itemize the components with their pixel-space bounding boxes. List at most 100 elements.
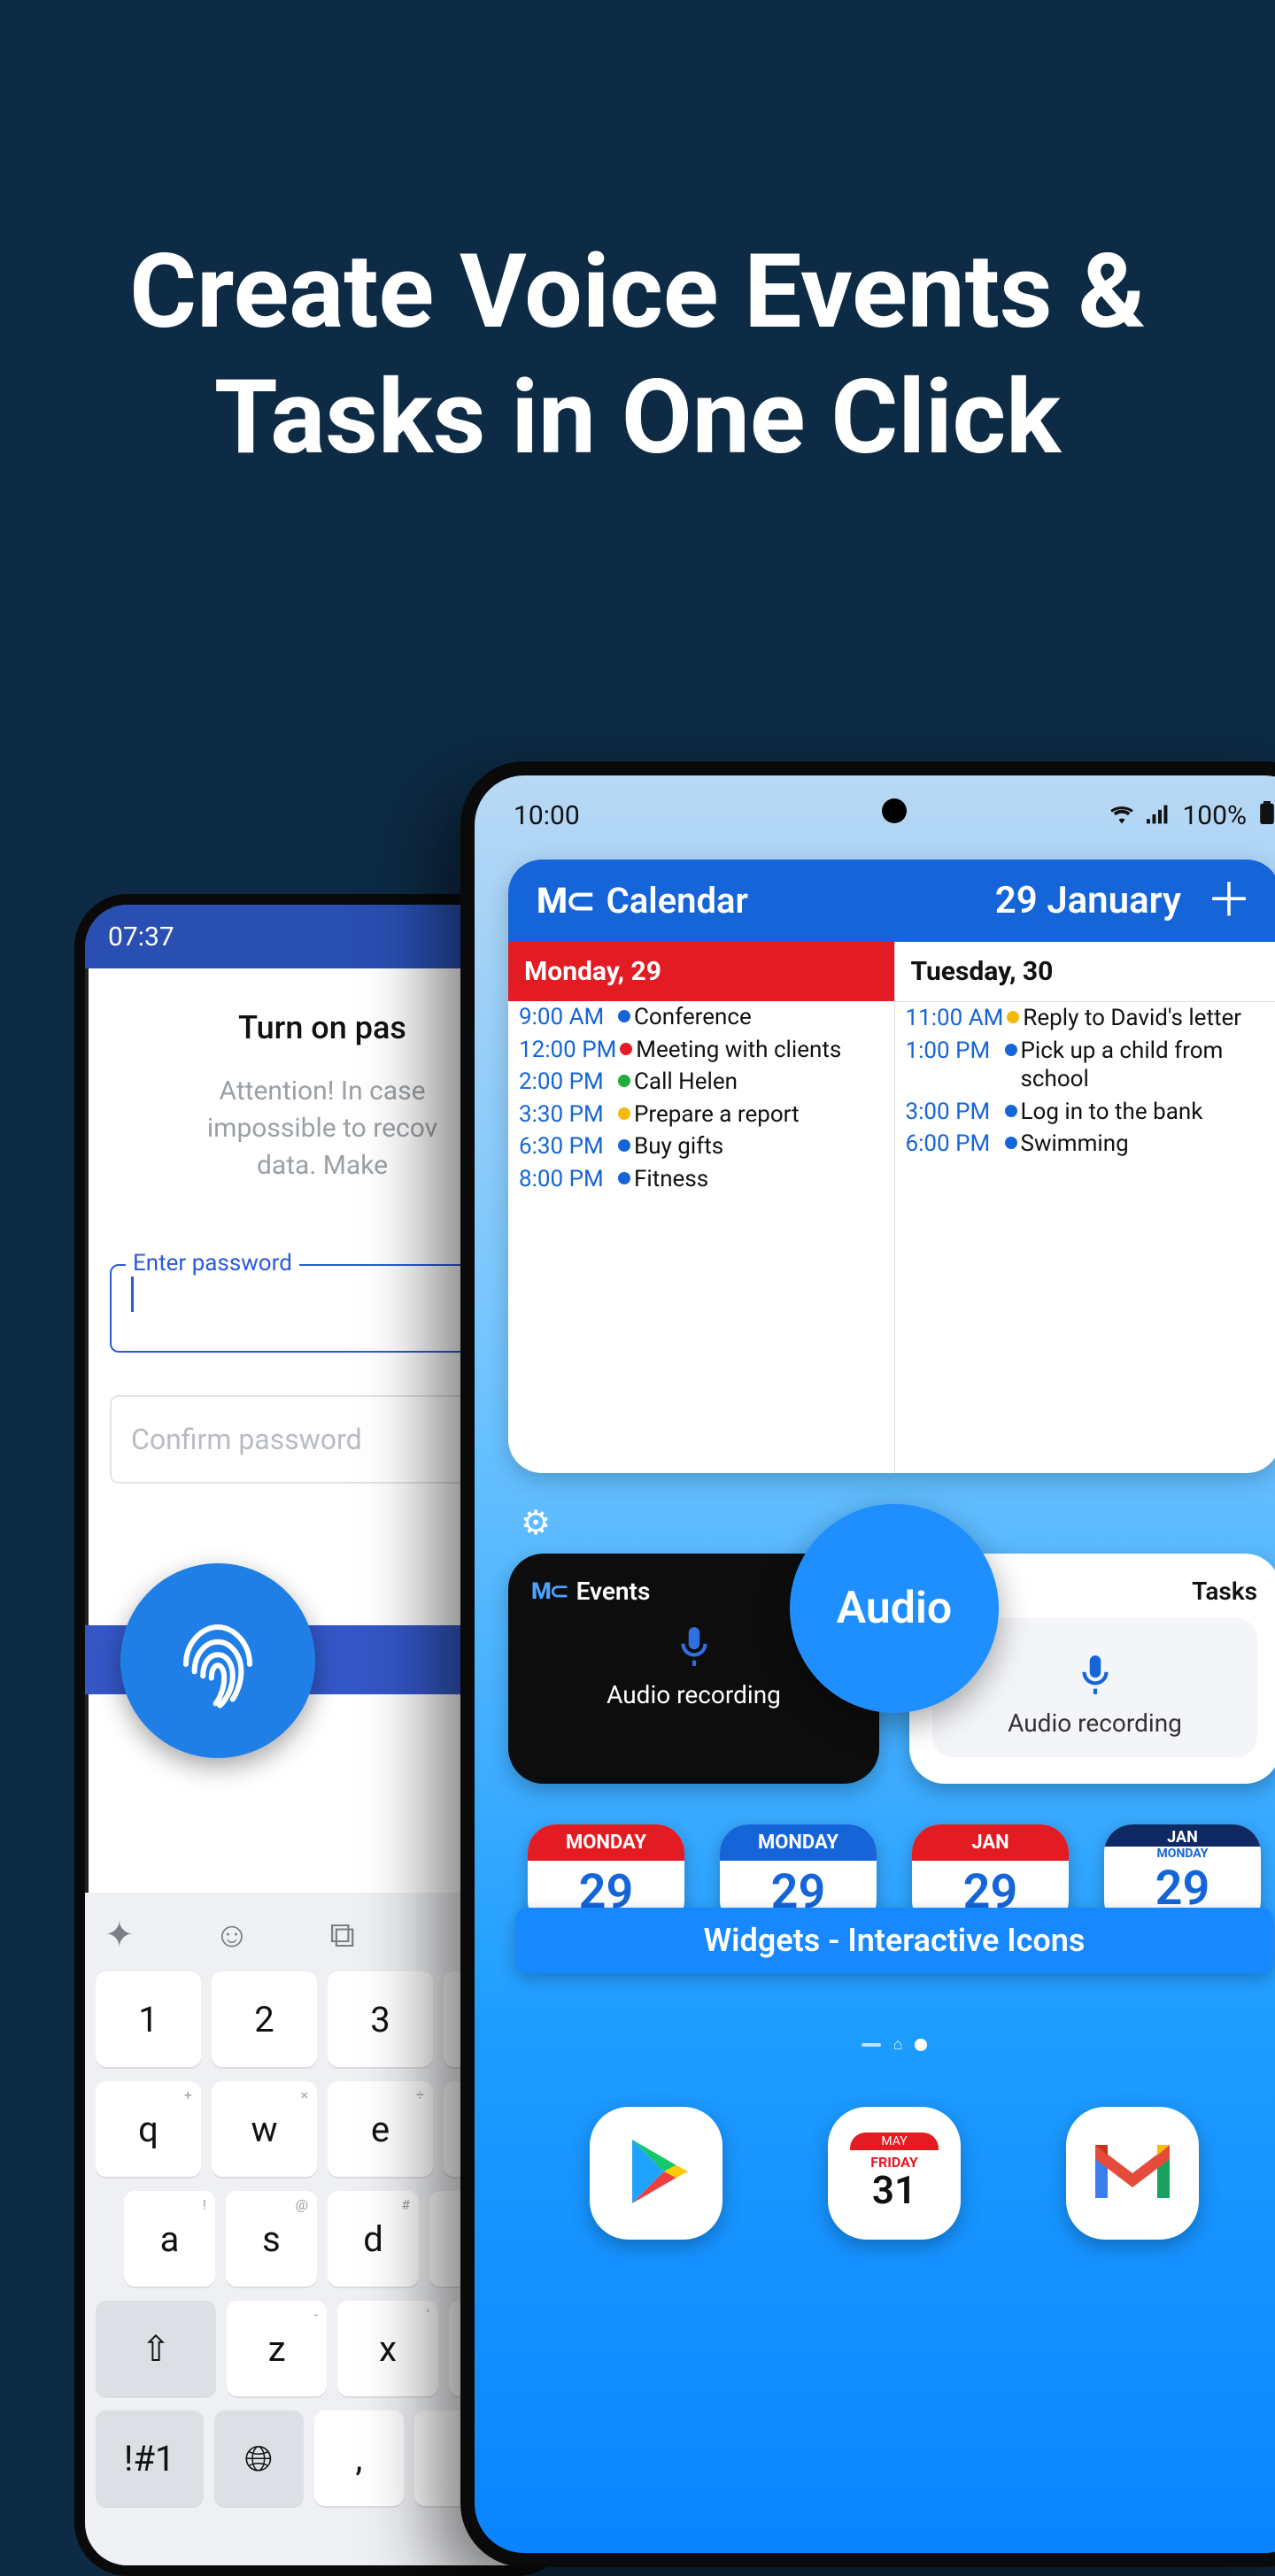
event-title: Buy gifts xyxy=(634,1132,723,1161)
audio-bubble[interactable]: Audio xyxy=(790,1504,999,1713)
calendar-app-icon: MAY FRIDAY 31 xyxy=(850,2133,939,2215)
event-time: 3:00 PM xyxy=(906,1098,1001,1127)
event-color-dot xyxy=(618,1075,630,1087)
key-comma[interactable]: , xyxy=(314,2410,404,2506)
event-title: Meeting with clients xyxy=(636,1036,841,1065)
event-time: 11:00 AM xyxy=(906,1004,1004,1033)
emoji-icon[interactable]: ☺ xyxy=(214,1914,251,1955)
date-widget-sub: MONDAY xyxy=(1104,1847,1261,1861)
event-color-dot xyxy=(620,1043,632,1055)
dock-cal-num: 31 xyxy=(850,2171,939,2215)
battery-icon xyxy=(1259,800,1275,831)
page-dot xyxy=(915,2039,927,2051)
key-d[interactable]: #d xyxy=(328,2191,419,2287)
day-header-tuesday: Tuesday, 30 xyxy=(895,942,1275,1002)
event-title: Reply to David's letter xyxy=(1023,1004,1241,1033)
audio-recording-label: Audio recording xyxy=(932,1708,1257,1738)
calendar-widget[interactable]: М⊂ Calendar 29 January ＋ Monday, 29 9:00… xyxy=(508,860,1275,1473)
event-title: Call Helen xyxy=(634,1068,738,1097)
event-title: Log in to the bank xyxy=(1021,1098,1203,1127)
statusbar-time: 07:37 xyxy=(108,922,174,953)
calendar-app[interactable]: MAY FRIDAY 31 xyxy=(828,2107,961,2240)
event-color-dot xyxy=(618,1010,630,1022)
calendar-event[interactable]: 2:00 PM Call Helen xyxy=(508,1066,894,1099)
event-time: 8:00 PM xyxy=(519,1165,614,1194)
enter-password-label: Enter password xyxy=(126,1250,299,1276)
sparkle-icon[interactable]: ✦ xyxy=(104,1914,135,1955)
play-store-icon xyxy=(616,2132,696,2215)
dock-cal-month: MAY xyxy=(850,2133,939,2150)
date-widget-top: JAN xyxy=(912,1824,1069,1861)
widgets-banner: Widgets - Interactive Icons xyxy=(515,1908,1273,1973)
signal-icon xyxy=(1147,800,1170,831)
calendar-event[interactable]: 9:00 AM Conference xyxy=(508,1001,894,1034)
date-widgets-row: MONDAY 29 MONDAY 29 JAN 29 JAN MONDAY 29… xyxy=(528,1824,1261,1929)
key-q[interactable]: +q xyxy=(96,2081,201,2177)
gear-icon: ⚙ xyxy=(521,1504,551,1543)
calendar-col-tuesday: Tuesday, 30 11:00 AM Reply to David's let… xyxy=(894,942,1275,1473)
statusbar-time-front: 10:00 xyxy=(514,800,580,831)
key-2[interactable]: 2 xyxy=(212,1971,317,2067)
globe-icon: 🌐︎ xyxy=(244,2438,273,2480)
event-color-dot xyxy=(1005,1044,1017,1056)
battery-text: 100% xyxy=(1182,800,1247,831)
dock: MAY FRIDAY 31 xyxy=(537,2107,1252,2240)
date-widget-top: JAN xyxy=(1104,1824,1261,1847)
calendar-title: Calendar xyxy=(607,880,748,922)
key-3[interactable]: 3 xyxy=(328,1971,433,2067)
key-shift[interactable]: ⇧ xyxy=(96,2301,216,2396)
calendar-event[interactable]: 6:30 PM Buy gifts xyxy=(508,1130,894,1163)
page-indicator[interactable]: ⌂ xyxy=(475,2035,1275,2054)
calendar-event[interactable]: 12:00 PMMeeting with clients xyxy=(508,1034,894,1067)
clipboard-icon[interactable]: ⧉ xyxy=(329,1914,355,1955)
date-widget-top: MONDAY xyxy=(528,1824,684,1861)
app-logo-icon: М⊂ xyxy=(537,880,594,922)
key-a[interactable]: !a xyxy=(124,2191,215,2287)
calendar-event[interactable]: 3:00 PM Log in to the bank xyxy=(895,1096,1275,1129)
event-time: 1:00 PM xyxy=(906,1037,1001,1066)
calendar-event[interactable]: 11:00 AM Reply to David's letter xyxy=(895,1002,1275,1035)
shift-icon: ⇧ xyxy=(141,2328,171,2370)
event-time: 2:00 PM xyxy=(519,1068,614,1097)
play-store-app[interactable] xyxy=(590,2107,722,2240)
add-event-button[interactable]: ＋ xyxy=(1206,887,1252,914)
key-s[interactable]: @s xyxy=(226,2191,317,2287)
key-symbols[interactable]: !#1 xyxy=(96,2410,204,2506)
date-widget-top: MONDAY xyxy=(720,1824,877,1861)
confirm-placeholder: Confirm password xyxy=(131,1423,362,1456)
event-title: Conference xyxy=(634,1003,752,1032)
wifi-icon xyxy=(1109,800,1134,831)
key-x[interactable]: 'x xyxy=(337,2301,437,2396)
phone-front: 10:00 100% М⊂ Calendar xyxy=(460,761,1275,2567)
calendar-event[interactable]: 8:00 PM Fitness xyxy=(508,1163,894,1196)
calendar-header: М⊂ Calendar 29 January ＋ xyxy=(508,860,1275,942)
stage: 07:37 Turn on pas Attention! In case imp… xyxy=(0,0,1275,2549)
gmail-icon xyxy=(1088,2138,1177,2209)
statusbar-front: 10:00 100% xyxy=(475,775,1275,840)
key-globe[interactable]: 🌐︎ xyxy=(214,2410,304,2506)
calendar-event[interactable]: 3:30 PMPrepare a report xyxy=(508,1099,894,1131)
settings-button[interactable]: ⚙ xyxy=(521,1503,551,1543)
calendar-event[interactable]: 1:00 PMPick up a child from school xyxy=(895,1035,1275,1096)
fingerprint-icon xyxy=(165,1606,271,1716)
calendar-event[interactable]: 6:00 PMSwimming xyxy=(895,1128,1275,1161)
event-time: 9:00 AM xyxy=(519,1003,614,1032)
event-color-dot xyxy=(618,1139,630,1152)
day-header-monday: Monday, 29 xyxy=(508,942,894,1001)
event-color-dot xyxy=(1005,1137,1017,1149)
page-dash-icon xyxy=(862,2043,881,2047)
fingerprint-button[interactable] xyxy=(120,1563,315,1758)
home-icon: ⌂ xyxy=(893,2035,903,2054)
event-title: Prepare a report xyxy=(634,1100,800,1130)
event-color-dot xyxy=(618,1172,630,1184)
key-e[interactable]: ÷e xyxy=(328,2081,433,2177)
calendar-date: 29 January xyxy=(995,879,1181,922)
key-z[interactable]: -z xyxy=(227,2301,327,2396)
events-card-title: Events xyxy=(576,1577,651,1606)
key-w[interactable]: ×w xyxy=(212,2081,317,2177)
voice-cards-row: М⊂ Events Audio recording Tasks Audio re… xyxy=(508,1554,1275,1784)
key-1[interactable]: 1 xyxy=(96,1971,201,2067)
event-title: Fitness xyxy=(634,1165,708,1194)
event-time: 6:30 PM xyxy=(519,1132,614,1161)
gmail-app[interactable] xyxy=(1066,2107,1199,2240)
